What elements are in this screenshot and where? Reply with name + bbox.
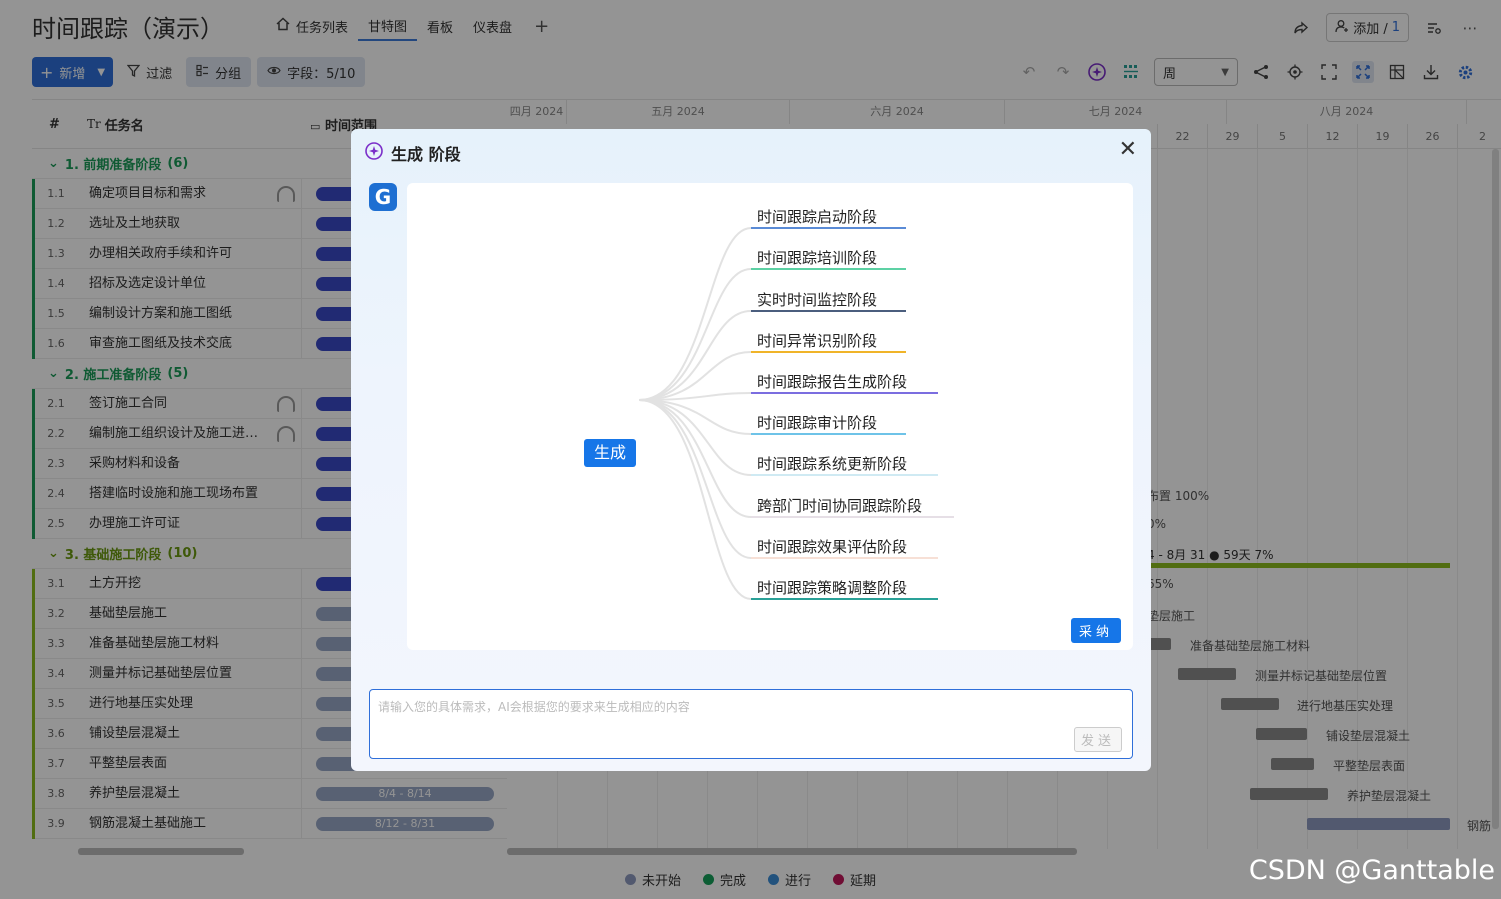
adopt-button[interactable]: 采纳 xyxy=(1070,618,1121,643)
prompt-input[interactable] xyxy=(370,690,1132,758)
prompt-input-box: 发送 xyxy=(369,689,1133,759)
mindmap-node[interactable]: 时间跟踪报告生成阶段 xyxy=(757,371,907,392)
dialog-title-text: 生成 阶段 xyxy=(391,145,461,164)
ai-sparkle-icon xyxy=(365,142,383,164)
assistant-logo: G xyxy=(369,183,397,211)
send-button[interactable]: 发送 xyxy=(1073,727,1122,752)
mindmap-node[interactable]: 时间异常识别阶段 xyxy=(757,330,877,351)
mindmap-node[interactable]: 时间跟踪审计阶段 xyxy=(757,412,877,433)
mindmap-root-node[interactable]: 生成 xyxy=(584,439,636,467)
mindmap-node[interactable]: 时间跟踪启动阶段 xyxy=(757,206,877,227)
watermark: CSDN @Ganttable xyxy=(1248,855,1495,886)
app-window: 时间跟踪（演示） 任务列表 甘特图 看板 仪表盘 + 添加 / 1 ⋯ + 新增… xyxy=(0,0,1501,899)
mindmap-node[interactable]: 时间跟踪培训阶段 xyxy=(757,247,877,268)
mindmap-node[interactable]: 实时时间监控阶段 xyxy=(757,289,877,310)
mindmap-node[interactable]: 时间跟踪系统更新阶段 xyxy=(757,453,907,474)
close-icon[interactable]: ✕ xyxy=(1119,137,1137,162)
mindmap-result-card: 生成 时间跟踪启动阶段 时间跟踪培训阶段 实时时间监控阶段 时间异常识别阶段 时… xyxy=(407,183,1133,650)
mindmap-node[interactable]: 跨部门时间协同跟踪阶段 xyxy=(757,495,922,516)
mindmap-node[interactable]: 时间跟踪策略调整阶段 xyxy=(757,577,907,598)
mindmap-node[interactable]: 时间跟踪效果评估阶段 xyxy=(757,536,907,557)
ai-generate-dialog: 生成 阶段 ✕ G 生成 时间跟踪启动阶段 时间跟踪培训阶段 实时时间监控阶段 … xyxy=(351,129,1151,771)
dialog-title: 生成 阶段 xyxy=(365,141,461,165)
